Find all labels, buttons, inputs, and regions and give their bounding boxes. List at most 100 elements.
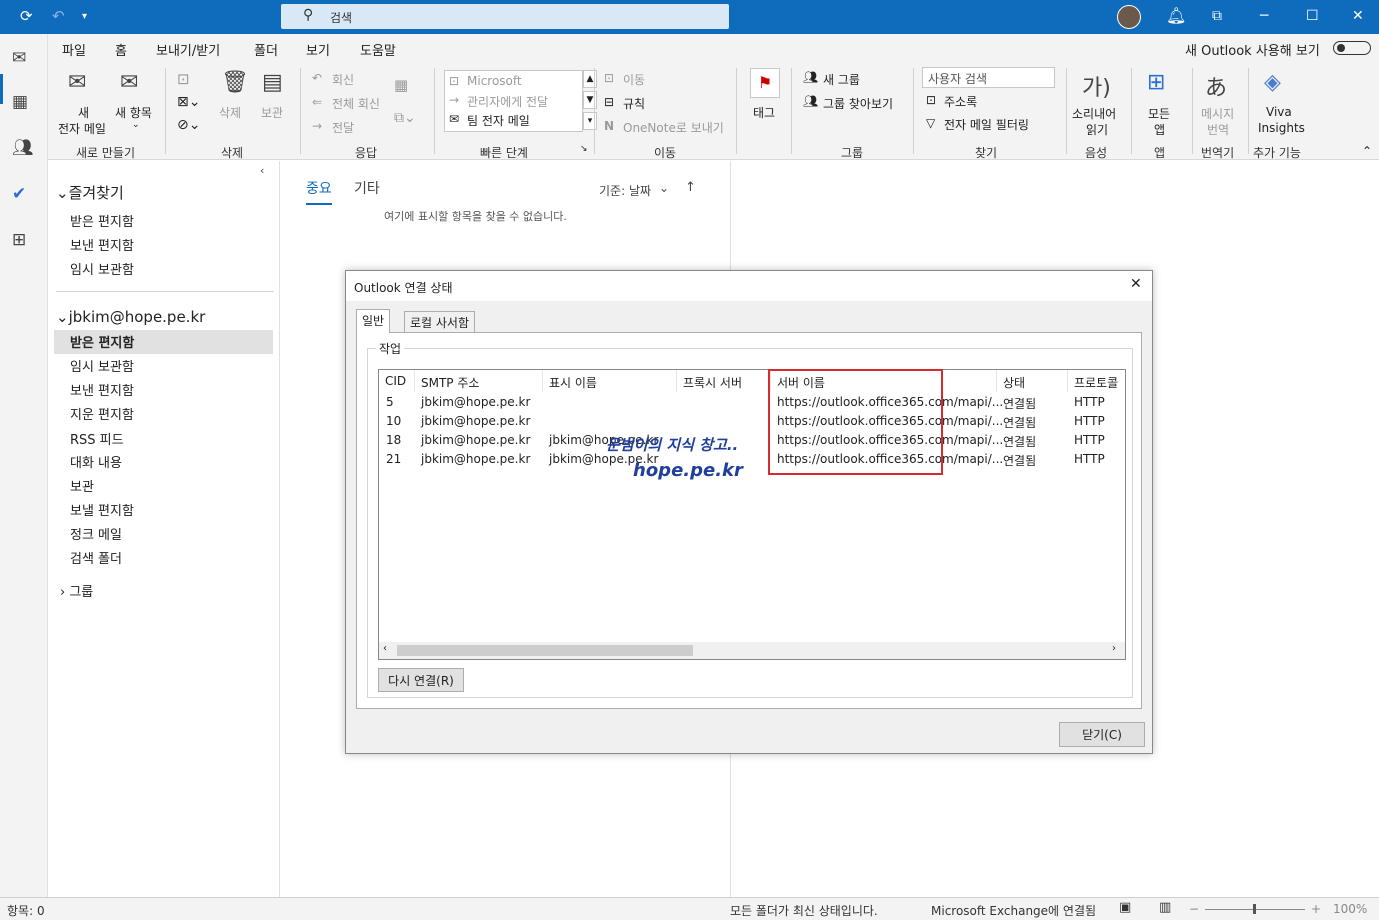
menu-send-receive[interactable]: 보내기/받기	[156, 40, 220, 59]
tab-local-mailbox[interactable]: 로컬 사서함	[404, 311, 476, 332]
cleanup-icon[interactable]: ⊠⌄	[177, 94, 200, 110]
zoom-in-icon[interactable]: +	[1311, 902, 1321, 916]
new-mail-label-2[interactable]: 전자 메일	[58, 120, 106, 137]
tab-general[interactable]: 일반	[356, 309, 391, 333]
translate-label-2[interactable]: 번역	[1207, 121, 1229, 138]
chevron-down-icon[interactable]: ⌄	[659, 181, 669, 195]
sync-icon[interactable]: ⟳	[20, 7, 33, 25]
folder-rss[interactable]: RSS 피드	[70, 429, 124, 448]
column-divider[interactable]	[996, 370, 997, 392]
reply-all-button[interactable]: 전체 회신	[332, 95, 380, 112]
people-icon[interactable]: 👥︎	[12, 138, 34, 158]
maximize-icon[interactable]: ☐	[1306, 8, 1319, 24]
restore-ribbon-icon[interactable]: ⧉	[1212, 8, 1222, 24]
collapse-pane-icon[interactable]: ‹	[260, 164, 264, 177]
folder-conversation-history[interactable]: 대화 내용	[70, 452, 122, 471]
todo-icon[interactable]: ✔	[12, 184, 26, 204]
col-protocol[interactable]: 프로토콜	[1074, 374, 1118, 391]
chevron-down-icon[interactable]: ⌄	[132, 120, 140, 130]
col-status[interactable]: 상태	[1003, 374, 1025, 391]
dialog-launcher-icon[interactable]: ↘	[580, 144, 588, 154]
flag-icon[interactable]: ⚑	[750, 68, 780, 98]
column-divider[interactable]	[1067, 370, 1068, 392]
account-header[interactable]: ⌄jbkim@hope.pe.kr	[56, 308, 205, 326]
viva-label-1[interactable]: Viva	[1266, 105, 1292, 119]
tags-button[interactable]: 태그	[753, 104, 775, 121]
folder-drafts[interactable]: 임시 보관함	[70, 356, 134, 375]
zoom-slider-thumb[interactable]	[1253, 904, 1256, 914]
sort-dropdown[interactable]: 기준: 날짜	[599, 182, 651, 199]
reply-button[interactable]: 회신	[332, 71, 354, 88]
dialog-close-icon[interactable]: ✕	[1130, 276, 1142, 292]
table-row[interactable]: 21 jbkim@hope.pe.kr jbkim@hope.pe.kr htt…	[379, 450, 1125, 469]
horizontal-scrollbar[interactable]: ‹ ›	[379, 642, 1125, 659]
column-divider[interactable]	[542, 370, 543, 392]
scrollbar-thumb[interactable]	[397, 645, 693, 656]
rules-button[interactable]: 규칙	[623, 95, 645, 112]
zoom-level[interactable]: 100%	[1333, 902, 1367, 916]
bell-icon[interactable]: 🔔︎	[1166, 6, 1186, 25]
onenote-button[interactable]: OneNote로 보내기	[623, 119, 724, 136]
customize-toolbar-icon[interactable]: ▾	[82, 11, 87, 22]
favorite-inbox[interactable]: 받은 편지함	[70, 211, 134, 230]
groups-header[interactable]: › 그룹	[60, 581, 93, 600]
new-items-button[interactable]: 새 항목	[115, 104, 152, 121]
move-button[interactable]: 이동	[623, 71, 645, 88]
all-apps-label-2[interactable]: 앱	[1154, 121, 1165, 138]
qs-item-forward-manager[interactable]: 관리자에게 전달	[467, 93, 548, 110]
close-button[interactable]: 닫기(C)	[1059, 722, 1145, 747]
table-row[interactable]: 10 jbkim@hope.pe.kr https://outlook.offi…	[379, 412, 1125, 431]
browse-groups-button[interactable]: 그룹 찾아보기	[823, 95, 893, 112]
new-mail-label-1[interactable]: 새	[78, 104, 89, 121]
table-row[interactable]: 18 jbkim@hope.pe.kr jbkim@hope.pe.kr htt…	[379, 431, 1125, 450]
find-user-input[interactable]: 사용자 검색	[922, 67, 1055, 88]
forward-button[interactable]: 전달	[332, 119, 354, 136]
col-proxy[interactable]: 프록시 서버	[683, 374, 742, 391]
filter-mail-button[interactable]: 전자 메일 필터링	[944, 116, 1029, 133]
avatar[interactable]	[1117, 5, 1141, 29]
folder-outbox[interactable]: 보낼 편지함	[70, 500, 134, 519]
folder-junk[interactable]: 정크 메일	[70, 524, 122, 543]
favorite-drafts[interactable]: 임시 보관함	[70, 259, 134, 278]
qs-item-microsoft[interactable]: Microsoft	[467, 74, 522, 88]
zoom-out-icon[interactable]: −	[1189, 902, 1199, 916]
reading-view-icon[interactable]: ▥	[1159, 900, 1171, 915]
read-aloud-label-1[interactable]: 소리내어	[1072, 105, 1116, 122]
search-box[interactable]: ⚲ 검색	[281, 4, 729, 29]
folder-archive[interactable]: 보관	[70, 476, 94, 495]
new-group-button[interactable]: 새 그룹	[823, 71, 860, 88]
reconnect-button[interactable]: 다시 연결(R)	[378, 668, 464, 692]
close-icon[interactable]: ✕	[1352, 8, 1364, 24]
connection-status[interactable]: Microsoft Exchange에 연결됨	[931, 902, 1096, 919]
collapse-ribbon-icon[interactable]: ⌃	[1362, 144, 1372, 158]
meeting-icon[interactable]: ▦	[394, 76, 408, 94]
qs-item-team-mail[interactable]: 팀 전자 메일	[467, 112, 530, 129]
col-display-name[interactable]: 표시 이름	[549, 374, 597, 391]
sort-direction-icon[interactable]: ↑	[685, 180, 696, 195]
scroll-right-icon[interactable]: ›	[1112, 643, 1116, 654]
read-aloud-label-2[interactable]: 읽기	[1086, 121, 1108, 138]
scroll-left-icon[interactable]: ‹	[383, 643, 387, 654]
junk-icon[interactable]: ⊘⌄	[177, 117, 200, 133]
viva-label-2[interactable]: Insights	[1258, 121, 1305, 135]
undo-icon[interactable]: ↶	[52, 7, 65, 25]
column-divider[interactable]	[676, 370, 677, 392]
normal-view-icon[interactable]: ▣	[1119, 900, 1131, 915]
menu-view[interactable]: 보기	[306, 40, 330, 59]
favorite-sent[interactable]: 보낸 편지함	[70, 235, 134, 254]
menu-home[interactable]: 홈	[115, 40, 127, 64]
folder-search-folders[interactable]: 검색 폴더	[70, 548, 122, 567]
delete-button[interactable]: 삭제	[219, 104, 241, 121]
col-cid[interactable]: CID	[385, 374, 406, 388]
menu-file[interactable]: 파일	[62, 40, 86, 59]
more-respond-icon[interactable]: ⧉⌄	[394, 110, 416, 126]
connection-list[interactable]: CID SMTP 주소 표시 이름 프록시 서버 서버 이름 상태 프로토콜 5	[378, 369, 1126, 660]
folder-deleted[interactable]: 지운 편지함	[70, 404, 134, 423]
archive-button[interactable]: 보관	[261, 104, 283, 121]
table-row[interactable]: 5 jbkim@hope.pe.kr https://outlook.offic…	[379, 393, 1125, 412]
all-apps-label-1[interactable]: 모든	[1148, 105, 1170, 122]
menu-help[interactable]: 도움말	[360, 40, 396, 59]
calendar-icon[interactable]: ▦	[12, 92, 28, 112]
address-book-button[interactable]: 주소록	[944, 93, 977, 110]
minimize-icon[interactable]: ─	[1260, 8, 1268, 24]
